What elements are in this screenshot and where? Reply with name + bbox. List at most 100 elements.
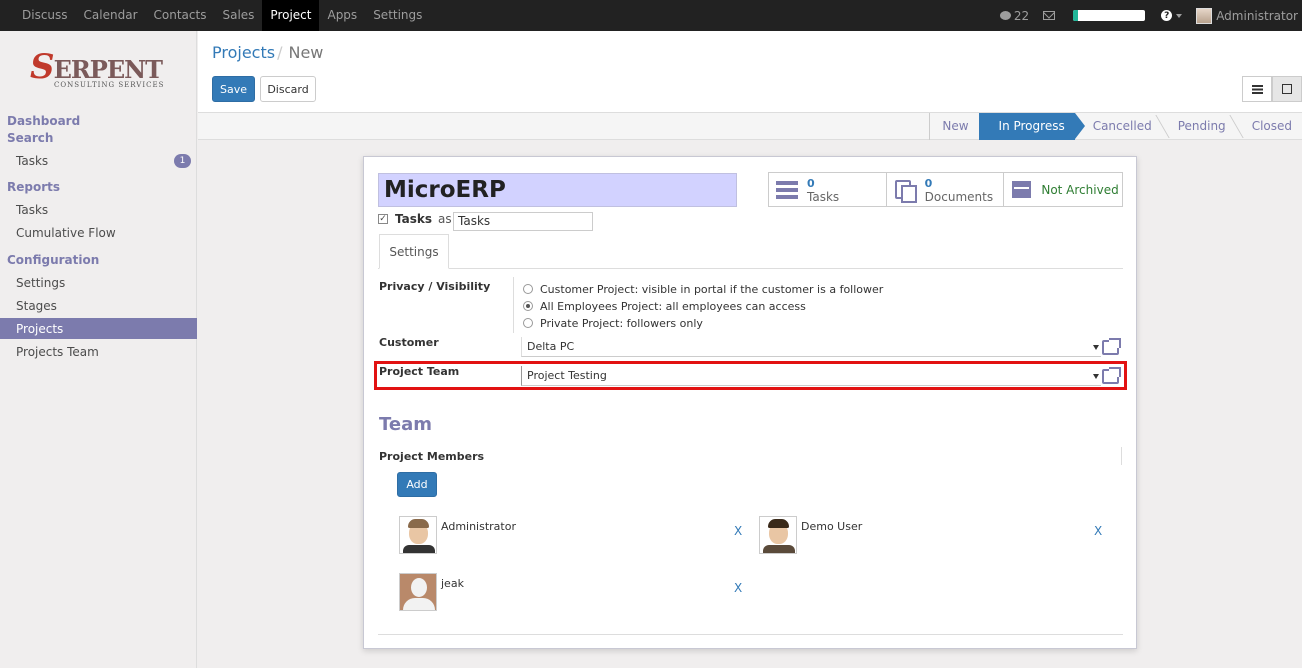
user-name: Administrator <box>1216 8 1298 23</box>
remove-member-button[interactable]: X <box>1094 524 1102 538</box>
statusbar: New In Progress Cancelled Pending Closed <box>198 113 1302 140</box>
app-menu: Discuss Calendar Contacts Sales Project … <box>14 0 430 31</box>
project-name-input[interactable]: MicroERP <box>378 173 737 207</box>
avatar <box>399 573 437 611</box>
member-card: jeak X <box>399 573 759 613</box>
list-icon <box>1251 84 1263 94</box>
documents-icon <box>894 180 917 203</box>
stage-cancelled[interactable]: Cancelled <box>1075 113 1162 140</box>
top-navbar: Discuss Calendar Contacts Sales Project … <box>0 0 1302 31</box>
tab-divider <box>378 268 1123 269</box>
sidebar-item-report-tasks[interactable]: Tasks <box>16 203 48 217</box>
documents-smart-button[interactable]: 0 Documents <box>887 173 1005 206</box>
tab-settings[interactable]: Settings <box>379 234 449 269</box>
breadcrumb-separator: / <box>277 43 283 62</box>
sidebar: SERPENT CONSULTING SERVICES Dashboard Se… <box>0 31 197 668</box>
member-name: Demo User <box>801 520 863 533</box>
customer-label: Customer <box>379 336 439 349</box>
save-button[interactable]: Save <box>212 76 255 102</box>
remove-member-button[interactable]: X <box>734 524 742 538</box>
smart-button-box: 0 Tasks 0 Documents Not Archived <box>768 172 1123 207</box>
sidebar-search[interactable]: Search <box>7 131 53 145</box>
member-name: Administrator <box>441 520 516 533</box>
menu-contacts[interactable]: Contacts <box>146 0 215 31</box>
archive-icon <box>1012 181 1032 198</box>
progress-bar <box>1073 10 1146 21</box>
dropdown-caret-icon[interactable] <box>1093 345 1099 350</box>
tasks-checkbox[interactable]: ✓ <box>378 214 388 224</box>
stage-in-progress[interactable]: In Progress <box>978 113 1085 140</box>
project-team-value: Project Testing <box>527 369 607 382</box>
as-label: as <box>438 212 452 226</box>
progress-fill <box>1073 10 1079 21</box>
menu-settings[interactable]: Settings <box>365 0 430 31</box>
privacy-radio-private[interactable] <box>523 318 533 328</box>
tasks-checkbox-label: Tasks <box>395 212 433 226</box>
documents-smart-label: Documents <box>924 190 994 204</box>
tasks-smart-button[interactable]: 0 Tasks <box>769 173 887 206</box>
user-menu[interactable]: Administrator <box>1196 7 1298 24</box>
privacy-radio-customer[interactable] <box>523 284 533 294</box>
team-section-title: Team <box>379 414 432 435</box>
question-icon: ? <box>1161 10 1173 21</box>
help-menu[interactable]: ? <box>1161 10 1183 21</box>
stage-bar: New In Progress Cancelled Pending Closed <box>929 113 1302 140</box>
tasks-count: 0 <box>807 177 815 190</box>
tasks-count-badge: 1 <box>174 154 191 168</box>
sidebar-item-cumulative-flow[interactable]: Cumulative Flow <box>16 226 116 240</box>
archive-toggle-button[interactable]: Not Archived <box>1004 173 1122 206</box>
tasks-smart-label: Tasks <box>807 190 840 204</box>
breadcrumb-current: New <box>288 43 324 62</box>
chat-icon <box>999 11 1011 20</box>
stage-pending[interactable]: Pending <box>1162 113 1236 140</box>
project-team-label: Project Team <box>379 365 460 378</box>
company-logo: SERPENT CONSULTING SERVICES <box>30 47 165 89</box>
menu-sales[interactable]: Sales <box>214 0 262 31</box>
menu-discuss[interactable]: Discuss <box>14 0 76 31</box>
chat-count: 22 <box>1013 8 1030 23</box>
avatar <box>399 516 437 554</box>
planner-progress[interactable] <box>1073 10 1146 21</box>
external-link-icon[interactable] <box>1102 338 1121 355</box>
customer-select[interactable]: Delta PC <box>521 337 1101 357</box>
sidebar-item-stages[interactable]: Stages <box>16 299 57 313</box>
dropdown-caret-icon[interactable] <box>1093 374 1099 379</box>
privacy-option-private: Private Project: followers only <box>540 317 703 330</box>
messages-button[interactable] <box>1043 11 1056 20</box>
external-link-icon[interactable] <box>1102 367 1121 384</box>
control-panel: Projects / New Save Discard <box>198 31 1302 113</box>
breadcrumb-projects[interactable]: Projects <box>212 43 275 62</box>
field-separator <box>513 277 514 333</box>
edit-icon <box>1282 84 1292 94</box>
avatar <box>1196 7 1213 24</box>
stage-closed[interactable]: Closed <box>1236 113 1302 140</box>
add-member-button[interactable]: Add <box>397 472 437 497</box>
sidebar-item-tasks[interactable]: Tasks <box>16 154 48 168</box>
sidebar-reports: Reports <box>7 180 61 194</box>
menu-project[interactable]: Project <box>262 0 320 31</box>
chat-notifications[interactable]: 22 <box>999 8 1030 23</box>
member-card: Demo User X <box>759 516 1119 556</box>
caret-down-icon <box>1176 13 1183 18</box>
project-team-select[interactable]: Project Testing <box>521 366 1101 386</box>
sidebar-configuration: Configuration <box>7 253 100 267</box>
privacy-option-customer: Customer Project: visible in portal if t… <box>540 283 884 296</box>
privacy-radio-employees[interactable] <box>523 301 533 311</box>
discard-button[interactable]: Discard <box>260 76 316 102</box>
form-view-button[interactable] <box>1272 76 1302 102</box>
stage-new[interactable]: New <box>930 113 978 140</box>
menu-calendar[interactable]: Calendar <box>76 0 146 31</box>
sidebar-item-settings[interactable]: Settings <box>16 276 65 290</box>
sidebar-dashboard[interactable]: Dashboard <box>7 114 80 128</box>
mail-icon <box>1043 11 1056 20</box>
menu-apps[interactable]: Apps <box>319 0 365 31</box>
remove-member-button[interactable]: X <box>734 581 742 595</box>
sidebar-item-projects[interactable]: Projects <box>16 322 63 336</box>
list-view-button[interactable] <box>1242 76 1272 102</box>
breadcrumb: Projects / New <box>212 43 323 62</box>
member-name: jeak <box>441 577 464 590</box>
sidebar-item-projects-team[interactable]: Projects Team <box>16 345 99 359</box>
privacy-label: Privacy / Visibility <box>379 280 491 293</box>
customer-value: Delta PC <box>527 340 575 353</box>
tasks-alias-input[interactable]: Tasks <box>453 212 593 231</box>
